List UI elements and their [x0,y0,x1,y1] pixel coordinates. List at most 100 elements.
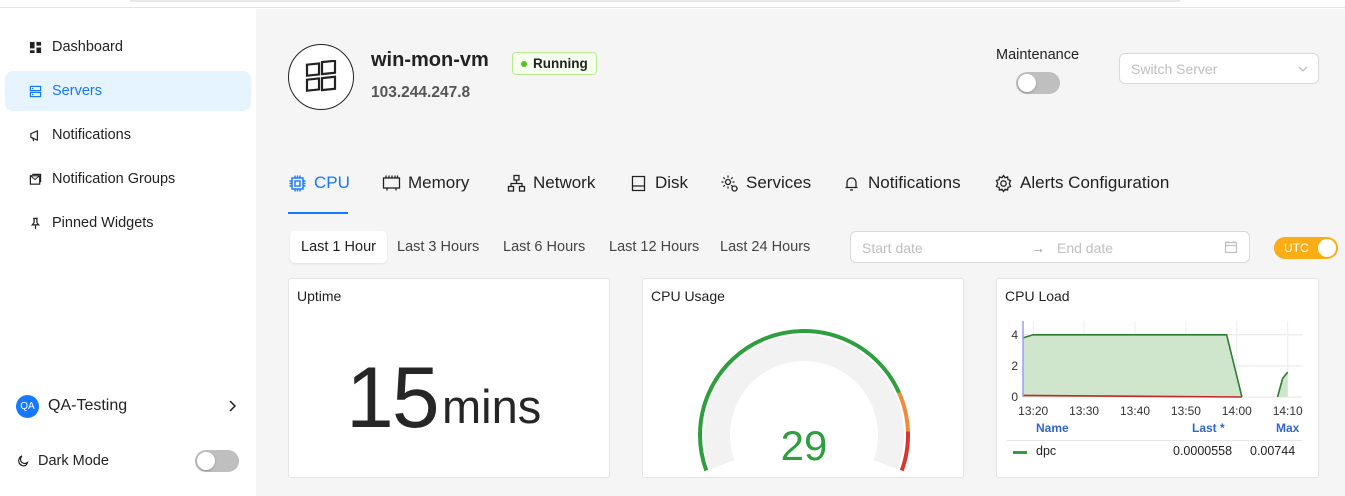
dashboard-icon [28,40,42,54]
pin-icon [28,216,42,230]
x-tick-label: 13:30 [1069,404,1099,418]
chevron-right-icon[interactable] [224,398,240,414]
calendar-icon [1224,241,1238,254]
server-name: win-mon-vm [371,49,489,71]
legend-series-last: 0.0000558 [1173,444,1233,458]
range-last-6-hours[interactable]: Last 6 Hours [492,231,596,263]
scroll-track [130,0,1180,2]
tab-label: Services [746,173,812,192]
date-range-picker[interactable]: Start date → End date [850,231,1250,263]
range-last-24-hours[interactable]: Last 24 Hours [709,231,821,263]
x-tick-label: 13:50 [1171,404,1201,418]
avatar: QA [16,394,39,418]
tab-network[interactable]: Network [507,167,595,199]
cpu-usage-gauge: 29 [698,329,910,472]
range-last-3-hours[interactable]: Last 3 Hours [386,231,490,263]
legend-swatch [1013,451,1027,454]
tab-disk[interactable]: Disk [629,167,688,199]
status-badge: Running [512,52,597,75]
cpu-icon [289,175,306,191]
dark-mode-toggle[interactable] [195,450,239,472]
x-tick-label: 13:40 [1120,404,1150,418]
notification-groups-icon [28,172,42,186]
x-tick-label: 14:00 [1222,404,1252,418]
sidebar-item-notifications[interactable]: Notifications [5,115,251,155]
range-last-12-hours[interactable]: Last 12 Hours [598,231,710,263]
toggle-knob [197,452,215,470]
toggle-knob [1318,239,1336,257]
top-border [0,0,1345,8]
sidebar-item-servers[interactable]: Servers [5,71,251,111]
y-tick-label: 0 [1011,390,1018,404]
arrow-right-icon: → [1031,240,1045,256]
user-menu[interactable]: QA QA-Testing [16,393,246,419]
sidebar-item-label: Pinned Widgets [52,215,154,231]
cpu-load-chart: 0 2 4 13:20 13:30 13:40 13:50 14:00 14:10 [1011,321,1303,418]
toggle-knob [1018,74,1036,92]
server-ip: 103.244.247.8 [371,84,471,101]
cpu-usage-card: CPU Usage 29 [642,278,964,478]
y-tick-label: 2 [1011,359,1018,373]
sidebar-item-pinned-widgets[interactable]: Pinned Widgets [5,203,251,243]
network-icon [507,174,526,192]
status-label: Running [533,56,588,71]
switch-server-select[interactable]: Switch Server [1119,53,1319,84]
range-last-1-hour[interactable]: Last 1 Hour [290,231,387,263]
switch-server-placeholder: Switch Server [1131,61,1218,77]
end-date-input[interactable]: End date [1057,240,1113,256]
tab-services[interactable]: Services [720,167,811,199]
card-title: Uptime [297,288,342,304]
chevron-down-icon [1298,66,1308,72]
sidebar: Dashboard Servers Notifications Notifica… [0,9,256,496]
tab-notifications[interactable]: Notifications [842,167,961,199]
gear-icon [995,173,1012,193]
start-date-input[interactable]: Start date [862,240,923,256]
active-tab-indicator [288,212,348,214]
gauge-value: 29 [781,422,828,469]
status-dot [521,61,527,67]
tab-label: CPU [314,173,350,192]
legend-header-last[interactable]: Last * [1192,421,1225,435]
cpu-load-card: CPU Load 0 2 4 13:20 13:30 13:40 13:50 14:00 14:… [996,278,1319,478]
legend-series-name[interactable]: dpc [1036,444,1056,458]
tab-label: Network [533,173,596,192]
utc-toggle[interactable]: UTC [1274,237,1338,259]
legend-header-name[interactable]: Name [1036,421,1069,435]
services-gear-icon [721,175,738,192]
y-tick-label: 4 [1011,328,1018,342]
uptime-unit: mins [442,380,542,433]
legend-series-max: 0.00744 [1250,444,1296,458]
main-content: win-mon-vm Running 103.244.247.8 Mainten… [256,9,1345,496]
legend-header-max[interactable]: Max [1276,421,1299,435]
utc-label: UTC [1284,241,1309,255]
uptime-value: 15 [346,350,440,446]
moon-icon [18,455,29,467]
sidebar-item-notification-groups[interactable]: Notification Groups [5,159,251,199]
sidebar-item-dashboard[interactable]: Dashboard [5,27,251,67]
sidebar-item-label: Servers [52,83,102,99]
tab-label: Notifications [868,173,961,192]
maintenance-toggle[interactable] [1016,72,1060,94]
dark-mode-label: Dark Mode [38,453,109,469]
megaphone-icon [28,128,42,142]
maintenance-label: Maintenance [996,47,1080,63]
servers-icon [28,84,42,98]
windows-logo-icon [288,44,354,110]
x-tick-label: 14:10 [1273,404,1303,418]
sidebar-item-label: Notification Groups [52,171,176,187]
tab-memory[interactable]: Memory [382,167,469,199]
tab-cpu[interactable]: CPU [288,167,350,199]
memory-icon [382,175,401,190]
user-name: QA-Testing [48,397,128,414]
tab-alerts-configuration[interactable]: Alerts Configuration [994,167,1169,199]
sidebar-item-label: Dashboard [52,39,123,55]
disk-icon [631,175,646,191]
bell-icon [845,176,858,191]
legend-divider [1007,440,1302,441]
tab-label: Memory [408,173,470,192]
sidebar-item-label: Notifications [52,127,131,143]
tab-label: Disk [655,173,689,192]
tab-label: Alerts Configuration [1020,173,1170,192]
x-tick-label: 13:20 [1018,404,1048,418]
area-fill [1023,334,1242,397]
